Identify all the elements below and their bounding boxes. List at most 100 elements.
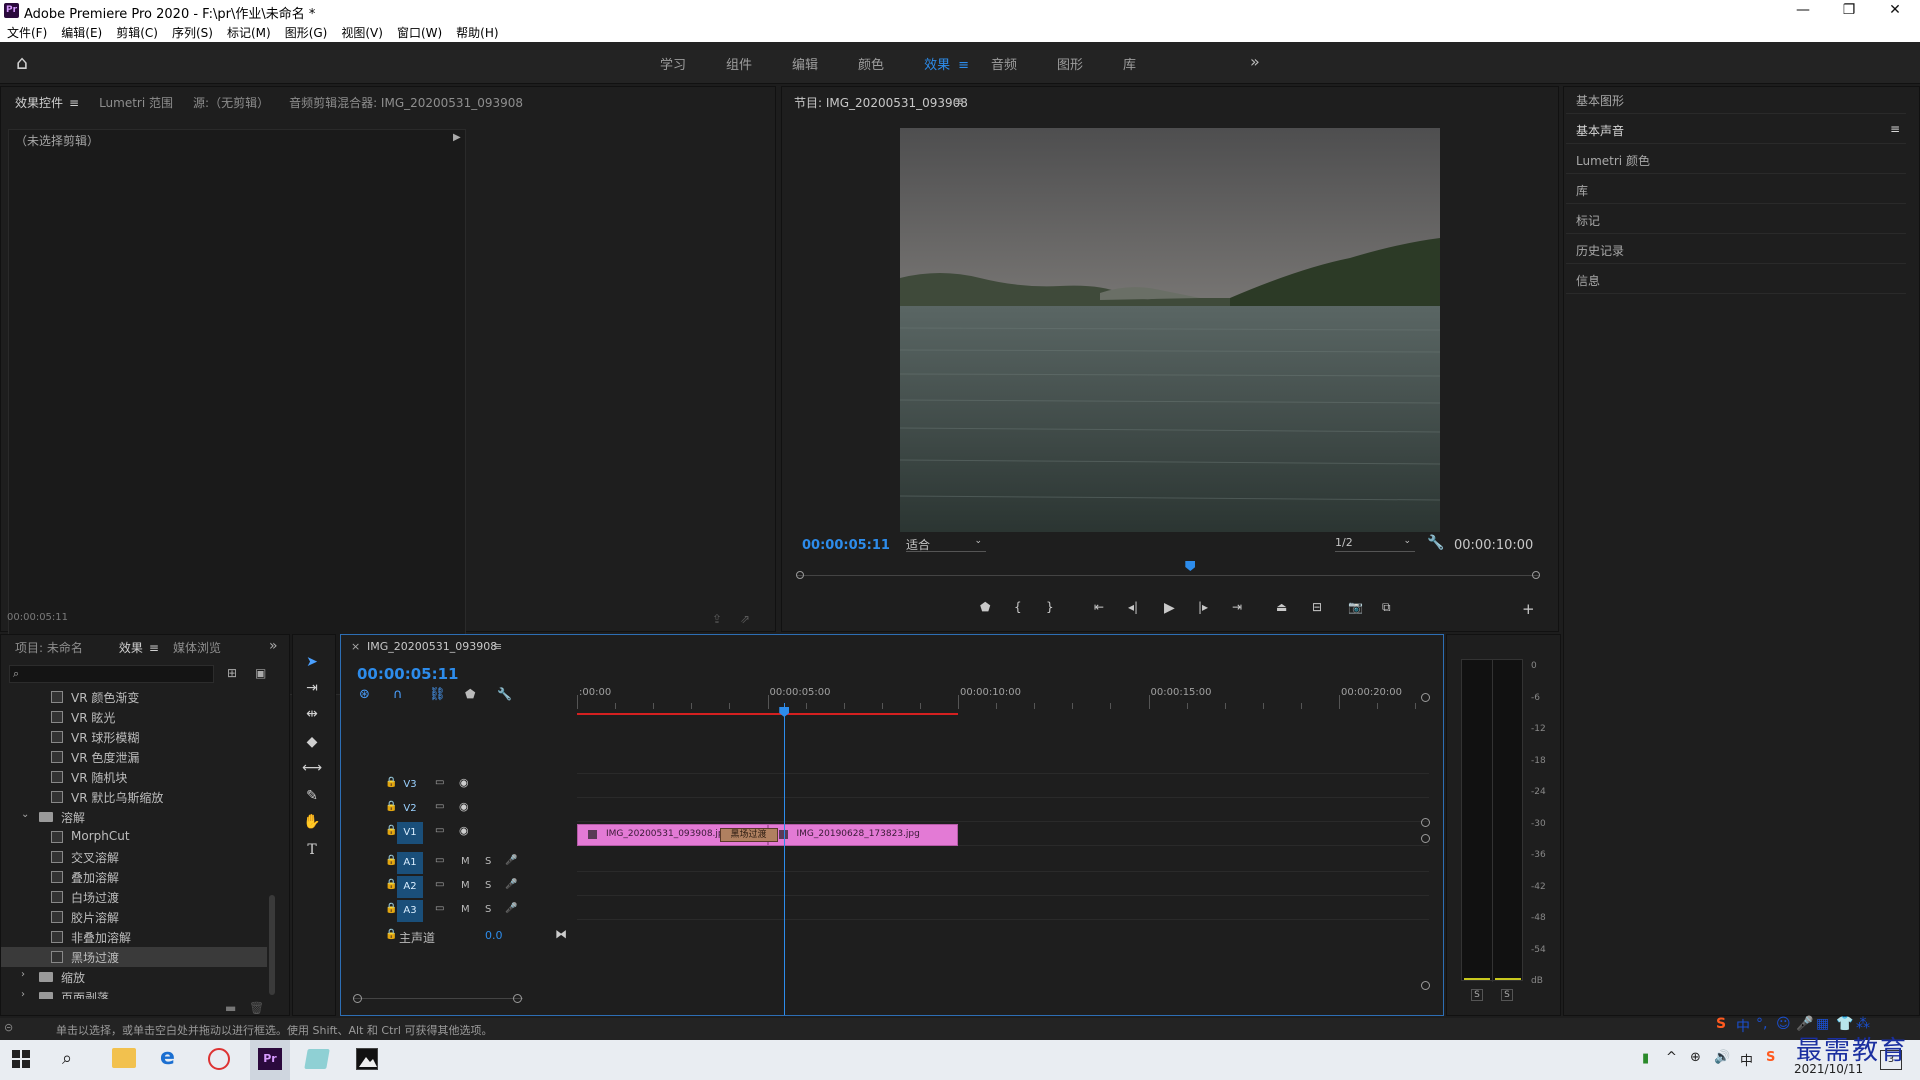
sync-lock-icon[interactable]: ▭ — [435, 801, 444, 812]
zoom-handle-left[interactable] — [353, 994, 362, 1003]
lock-icon[interactable]: 🔒 — [385, 903, 397, 914]
sogou-icon[interactable]: S — [1716, 1016, 1726, 1032]
effect-list-item[interactable]: 叠加溶解 — [1, 867, 267, 887]
resolution-select[interactable]: 1/2 ⌄ — [1335, 536, 1415, 552]
track-target-toggle[interactable]: A2 — [397, 876, 423, 898]
menu-view[interactable]: 视图(V) — [334, 22, 390, 41]
workspace-effects[interactable]: 效果 — [924, 54, 950, 73]
pen-tool-icon[interactable]: ✎ — [301, 785, 323, 807]
timeline-ruler[interactable]: :00:00 00:00:05:00 00:00:10:00 00:00:15:00 0… — [577, 687, 1429, 709]
work-area-bar[interactable] — [577, 713, 958, 715]
audio-zoom-top[interactable] — [1421, 834, 1430, 843]
go-to-in-out-icon[interactable]: ⧓ — [555, 927, 567, 941]
track-target-toggle[interactable]: A3 — [397, 900, 423, 922]
close-sequence-icon[interactable]: × — [351, 640, 360, 653]
menu-sequence[interactable]: 序列(S) — [165, 22, 220, 41]
close-button[interactable]: ✕ — [1872, 0, 1918, 22]
scrubber-start-handle[interactable] — [796, 571, 804, 579]
panel-menu-icon[interactable]: ≡ — [1890, 122, 1900, 136]
eye-icon[interactable]: ◉ — [459, 776, 469, 789]
slip-tool-icon[interactable]: ⟷ — [301, 757, 323, 779]
workspace-color[interactable]: 颜色 — [858, 54, 884, 73]
lock-icon[interactable]: 🔒 — [385, 855, 397, 866]
effect-list-item[interactable]: ⌄ 溶解 — [1, 807, 267, 827]
effect-list-item[interactable]: VR 随机块 — [1, 767, 267, 787]
effect-list-item[interactable]: VR 球形模糊 — [1, 727, 267, 747]
timeline-clip[interactable]: IMG_20190628_173823.jpg — [767, 824, 958, 846]
effects-search-input[interactable]: ⌕ — [9, 665, 214, 683]
battery-icon[interactable]: ▮ — [1642, 1051, 1649, 1066]
workspace-graphics[interactable]: 图形 — [1057, 54, 1083, 73]
effect-list-item[interactable]: VR 颜色渐变 — [1, 687, 267, 707]
file-explorer-icon[interactable] — [112, 1048, 136, 1068]
effect-list-item[interactable]: 黑场过渡 — [1, 947, 267, 967]
panel-markers[interactable]: 标记 — [1566, 206, 1906, 234]
more-workspaces-icon[interactable]: » — [1250, 52, 1260, 71]
program-video-frame[interactable] — [900, 128, 1440, 532]
workspace-editing[interactable]: 编辑 — [792, 54, 818, 73]
effects-scrollbar[interactable] — [269, 895, 275, 995]
microphone-icon[interactable]: 🎤 — [505, 879, 517, 890]
sequence-menu-icon[interactable]: ≡ — [493, 640, 502, 653]
effect-list-item[interactable]: 非叠加溶解 — [1, 927, 267, 947]
workspace-menu-icon[interactable]: ≡ — [958, 58, 969, 73]
menu-edit[interactable]: 编辑(E) — [54, 22, 109, 41]
sync-lock-icon[interactable]: ▭ — [435, 825, 444, 836]
lock-icon[interactable]: 🔒 — [385, 825, 397, 836]
solo-button[interactable]: S — [485, 904, 491, 915]
solo-right-button[interactable]: S — [1501, 989, 1513, 1001]
tab-effect-controls[interactable]: 效果控件 — [15, 94, 63, 111]
vertical-zoom-top[interactable] — [1421, 693, 1430, 702]
tab-effects[interactable]: 效果 — [119, 639, 143, 656]
panel-menu-icon[interactable]: ≡ — [149, 641, 159, 655]
menu-marker[interactable]: 标记(M) — [220, 22, 278, 41]
photos-app-icon[interactable] — [356, 1048, 378, 1070]
premiere-taskbar-button[interactable]: Pr — [250, 1040, 290, 1080]
menu-help[interactable]: 帮助(H) — [449, 22, 505, 41]
panel-info[interactable]: 信息 — [1566, 266, 1906, 294]
workspace-libraries[interactable]: 库 — [1123, 54, 1136, 73]
panel-lumetri-color[interactable]: Lumetri 颜色 — [1566, 146, 1906, 174]
sync-lock-icon[interactable]: ▭ — [435, 855, 444, 866]
step-forward-icon[interactable]: |▸ — [1198, 600, 1208, 614]
ime-punct[interactable]: °, — [1756, 1016, 1767, 1032]
tab-audio-clip-mixer[interactable]: 音频剪辑混合器: IMG_20200531_093908 — [289, 94, 523, 111]
export-frame-icon[interactable]: 📷 — [1348, 600, 1363, 614]
mute-button[interactable]: M — [461, 856, 470, 867]
playhead-handle[interactable] — [779, 707, 790, 717]
workspace-audio[interactable]: 音频 — [991, 54, 1017, 73]
timeline-playhead[interactable] — [784, 703, 786, 1015]
mark-out-icon[interactable]: } — [1046, 600, 1054, 614]
effect-list-item[interactable]: 交叉溶解 — [1, 847, 267, 867]
lock-icon[interactable]: 🔒 — [385, 801, 397, 812]
add-marker-icon[interactable]: ⬟ — [465, 687, 475, 701]
microphone-icon[interactable]: 🎤 — [505, 855, 517, 866]
track-target-toggle[interactable]: V2 — [397, 798, 423, 820]
program-menu-icon[interactable]: ≡ — [954, 94, 964, 108]
menu-window[interactable]: 窗口(W) — [390, 22, 449, 41]
lock-icon[interactable]: 🔒 — [385, 777, 397, 788]
new-bin-icon[interactable]: ⊞ — [227, 666, 237, 680]
edge-icon[interactable]: e — [160, 1045, 175, 1070]
wrench-icon[interactable]: 🔧 — [1427, 535, 1444, 551]
vertical-zoom-bottom[interactable] — [1421, 818, 1430, 827]
new-folder-icon[interactable]: ▬ — [225, 1001, 236, 1015]
fit-select[interactable]: 适合 ⌄ — [906, 536, 986, 552]
chevron-down-icon[interactable]: ⌄ — [21, 809, 29, 820]
linked-selection-icon[interactable]: ⛓ — [429, 687, 446, 702]
solo-left-button[interactable]: S — [1471, 989, 1483, 1001]
tab-project[interactable]: 项目: 未命名 — [15, 639, 83, 656]
effect-list-item[interactable]: › 页面剥落 — [1, 987, 267, 999]
type-tool-icon[interactable]: T — [301, 839, 323, 861]
master-volume-value[interactable]: 0.0 — [485, 929, 503, 942]
track-target-toggle[interactable]: V1 — [397, 822, 423, 844]
ime-chinese[interactable]: 中 — [1736, 1016, 1750, 1036]
selection-tool-icon[interactable]: ➤ — [301, 651, 323, 673]
sync-lock-icon[interactable]: ▭ — [435, 903, 444, 914]
menu-graphics[interactable]: 图形(G) — [278, 22, 335, 41]
input-language-icon[interactable]: 中 — [1740, 1050, 1753, 1069]
track-select-tool-icon[interactable]: ⇥ — [301, 677, 323, 699]
ripple-edit-tool-icon[interactable]: ⇹ — [301, 703, 323, 725]
panel-history[interactable]: 历史记录 — [1566, 236, 1906, 264]
network-icon[interactable]: ⊕ — [1690, 1050, 1701, 1065]
